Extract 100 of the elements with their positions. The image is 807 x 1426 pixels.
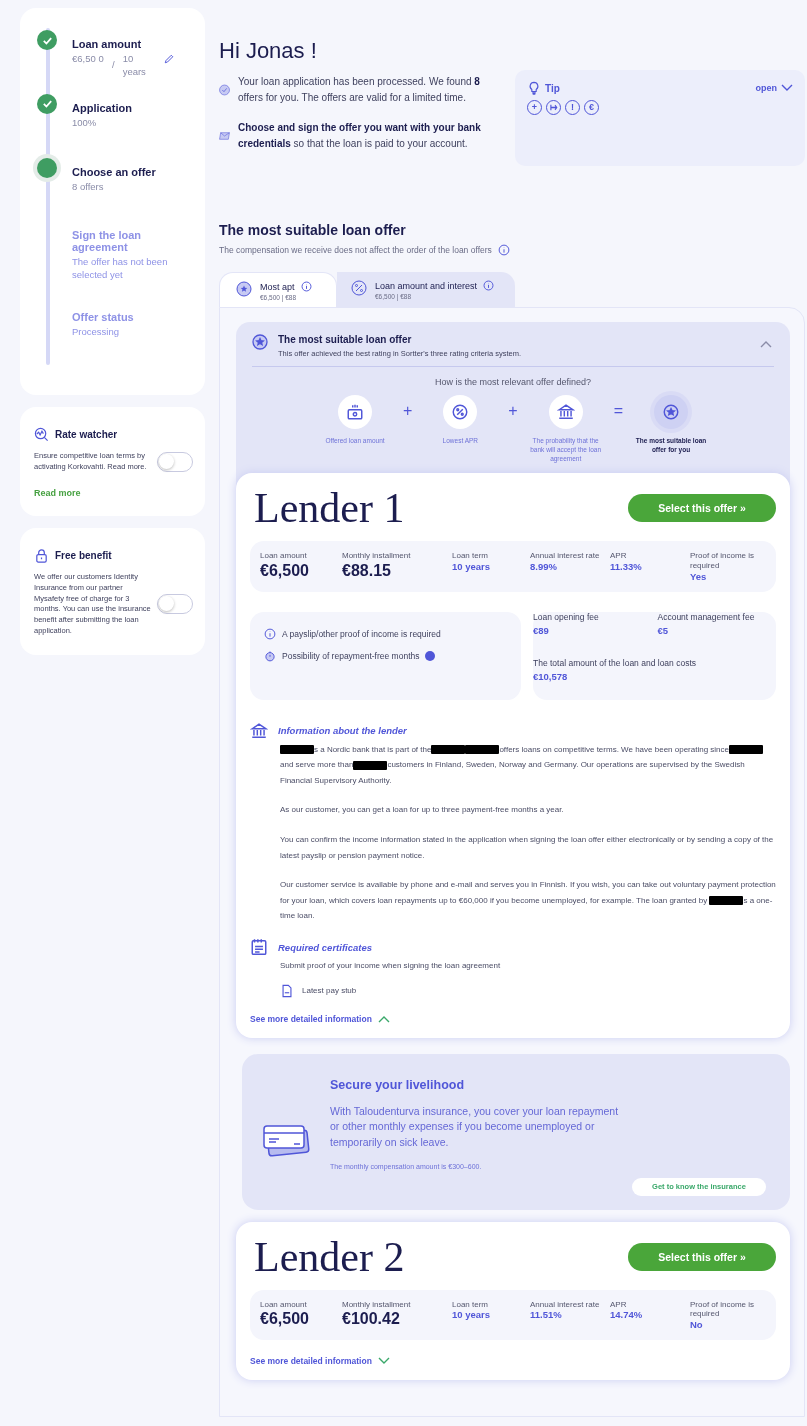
chart-magnifier-icon xyxy=(34,427,49,442)
fee-label: The total amount of the loan and loan costs xyxy=(533,657,698,668)
info-icon xyxy=(497,244,510,256)
metric-value: 10 years xyxy=(452,1309,492,1321)
chevron-icon xyxy=(377,1014,390,1023)
metric-value: €6,500 xyxy=(260,562,310,581)
metric-value: 11.51% xyxy=(530,1309,563,1321)
metric-label: Loan amount xyxy=(260,551,308,562)
toggle-switch[interactable] xyxy=(157,594,193,615)
chevron-icon xyxy=(760,340,772,348)
intro-text: Choose and sign the offer you want with your bank credentials so that the loan is paid to your account. xyxy=(238,121,482,151)
info-icon xyxy=(264,627,276,640)
step-detail: Processing xyxy=(72,326,120,339)
step-title: Choose an offer xyxy=(72,165,157,178)
metric-label: Proof of income is required xyxy=(690,1299,756,1319)
lock-icon xyxy=(34,547,49,563)
metric-label: Proof of income is required xyxy=(690,551,756,571)
section-subtitle: The compensation we receive does not affect the order of the loan offers xyxy=(219,245,492,255)
step-title: Offer status xyxy=(72,311,135,324)
paragraph: Submit proof of your income when signing the loan agreement xyxy=(280,960,502,972)
paragraph: As our customer, you can get a loan for up to three payment-free months a year. xyxy=(280,804,565,817)
read-more-link[interactable]: Read more xyxy=(34,487,193,498)
metric-value: 11.33% xyxy=(610,561,643,573)
feature-text: Possibility of repayment-free months xyxy=(282,650,420,661)
insurance-title: Secure your livelihood xyxy=(330,1077,466,1092)
fee-value: €5 xyxy=(657,624,670,636)
star-badge-icon xyxy=(662,403,680,421)
insurance-text: With Taloudenturva insurance, you cover your loan repayment or other monthly expenses if you become unemployed or temporarily on sick leave. xyxy=(330,1103,620,1151)
percent-icon xyxy=(351,280,367,296)
toggle-switch[interactable] xyxy=(157,451,193,472)
section-heading: Information about the lender xyxy=(278,725,407,737)
lender-name: Lender 1 xyxy=(253,485,405,532)
operator: + xyxy=(403,402,413,420)
lender-name: Lender 2 xyxy=(253,1233,405,1280)
step-detail: The offer has not been selected yet xyxy=(72,256,169,282)
checklist-icon xyxy=(250,938,268,956)
metric-label: Annual interest rate xyxy=(530,1299,601,1310)
more-info-link[interactable]: See more detailed information xyxy=(250,1356,390,1366)
operator: = xyxy=(613,402,623,420)
fee-label: Loan opening fee xyxy=(533,611,600,622)
info-icon xyxy=(483,280,495,291)
step-title: Application xyxy=(72,101,133,114)
metric-label: Monthly installment xyxy=(342,1299,412,1310)
info-icon xyxy=(300,281,312,292)
envelope-icon xyxy=(219,129,230,143)
step-detail: €6,50 0 xyxy=(72,53,104,66)
bank-icon xyxy=(250,721,268,740)
star-badge-icon xyxy=(236,281,252,297)
tip-title: Tip xyxy=(545,82,561,94)
banknote-icon xyxy=(346,403,364,421)
metric-value: €100.42 xyxy=(342,1310,401,1329)
metric-value: 8.99% xyxy=(530,561,558,573)
metric-label: APR xyxy=(610,1299,628,1310)
explainer-title: The most suitable loan offer xyxy=(278,334,413,345)
metric-value: Yes xyxy=(690,570,708,582)
lightbulb-icon xyxy=(527,80,541,96)
card-title: Free benefit xyxy=(55,549,112,561)
step-title: Sign the loan agreement xyxy=(72,229,143,254)
fee-value: €89 xyxy=(533,624,550,636)
slash-divider: / xyxy=(112,59,115,72)
fee-value: €10,578 xyxy=(533,670,569,682)
metric-value: 14.74% xyxy=(610,1309,644,1321)
fee-label: Account management fee xyxy=(657,611,756,622)
greeting: Hi Jonas ! xyxy=(219,38,318,64)
intro-text: Your loan application has been processed. We found 8 offers for you. The offers are valid for a limited time. xyxy=(238,75,481,105)
step-detail: 100% xyxy=(72,116,98,130)
pencil-icon[interactable] xyxy=(162,53,175,65)
metric-value: €88.15 xyxy=(342,562,392,581)
step-title: Loan amount xyxy=(72,38,143,50)
file-name: Latest pay stub xyxy=(302,986,357,996)
metric-label: Monthly installment xyxy=(342,551,412,562)
chevron-icon xyxy=(377,1357,390,1365)
paragraph: You can confirm the income information stated in the application when signing the loan offer either electronically or by sending a copy of the latest payslip or pension payment notice. xyxy=(280,834,775,862)
metric-label: Loan term xyxy=(452,1299,490,1310)
section-title: The most suitable loan offer xyxy=(219,222,407,238)
operator: + xyxy=(508,402,518,420)
metric-label: APR xyxy=(610,551,628,562)
metric-value: €6,500 xyxy=(260,1310,310,1329)
paragraph: Our customer service is available by phone and e-mail and serves you in Finnish. If you wish, you can take out voluntary payment protection for your loan, which covers loan repayments up to €60,000 if you become unemployed, for example. The loan granted by s a one-time loan. xyxy=(280,879,776,923)
step-detail: 8 offers xyxy=(72,180,105,194)
percent-icon xyxy=(451,403,470,421)
metric-label: Loan amount xyxy=(260,1299,308,1310)
card-title: Rate watcher xyxy=(55,429,118,440)
chevron-icon xyxy=(781,84,793,92)
select-offer-button[interactable]: Select this offer » xyxy=(628,494,776,523)
feature-text: A payslip/other proof of income is required xyxy=(282,628,441,639)
metric-label: Annual interest rate xyxy=(530,551,601,562)
question-text: How is the most relevant offer defined? xyxy=(434,377,592,387)
bank-icon xyxy=(556,403,575,421)
section-heading: Required certificates xyxy=(278,941,372,953)
paragraph: s a Nordic bank that is part of the offers loans on competitive terms. We have been operating since and serve more than customers in Finland, Sweden, Norway and Germany. Our operations are supervised by the Swedish Financial Supervisory Authority. xyxy=(280,741,776,789)
metric-label: Loan term xyxy=(452,551,490,562)
metric-value: No xyxy=(690,1319,704,1330)
more-info-link[interactable]: See more detailed information xyxy=(250,1013,390,1024)
pdf-file-icon xyxy=(280,983,294,998)
step-detail: 10 years xyxy=(122,53,147,79)
open-toggle[interactable]: open xyxy=(755,83,793,93)
select-offer-button[interactable]: Select this offer » xyxy=(628,1242,776,1271)
star-badge-icon xyxy=(252,334,268,350)
metric-value: 10 years xyxy=(452,561,492,573)
